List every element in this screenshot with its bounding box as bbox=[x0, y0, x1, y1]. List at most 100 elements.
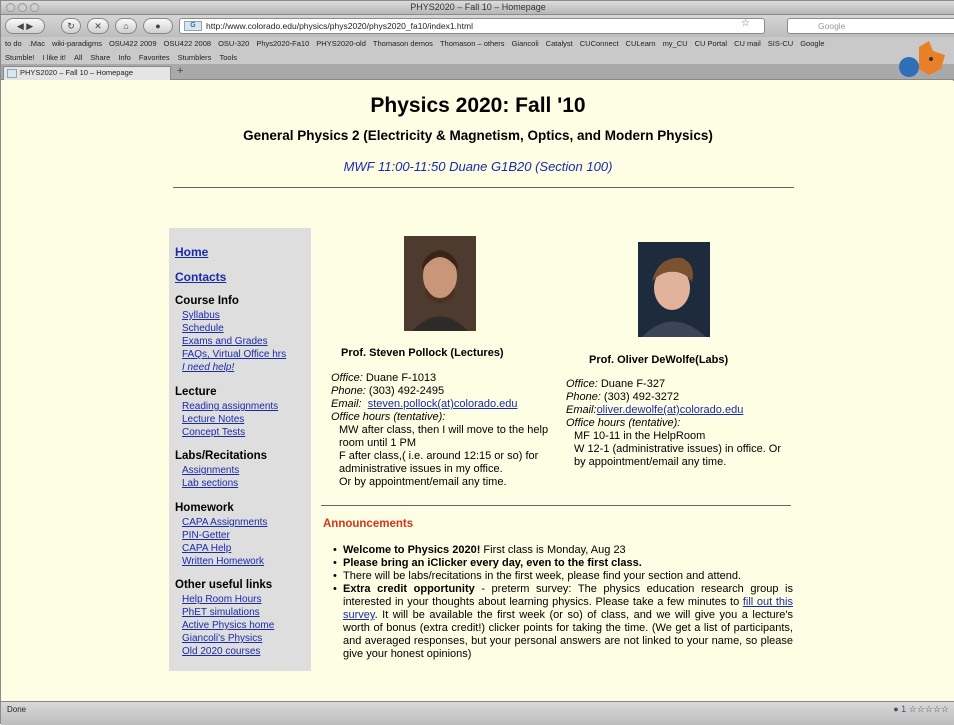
bookmark-item[interactable]: Google bbox=[800, 39, 824, 48]
tab-active[interactable]: PHYS2020 – Fall 10 – Homepage bbox=[3, 66, 171, 80]
bookmark-item[interactable]: my_CU bbox=[663, 39, 688, 48]
announcement-bold: Please bring an iClicker every day, even… bbox=[343, 557, 642, 569]
bookmark-item[interactable]: Thomason demos bbox=[373, 39, 433, 48]
sidebar-link[interactable]: PhET simulations bbox=[182, 607, 260, 618]
bookmark-item[interactable]: PHYS2020-old bbox=[316, 39, 366, 48]
sidebar-section-title: Labs/Recitations bbox=[175, 450, 268, 462]
sidebar-link[interactable]: Written Homework bbox=[182, 556, 264, 567]
email-label: Email: bbox=[566, 404, 597, 416]
email-link[interactable]: steven.pollock(at)colorado.edu bbox=[368, 398, 518, 410]
bookmark-item[interactable]: Phys2020-Fa10 bbox=[256, 39, 309, 48]
window-title: PHYS2020 – Fall 10 – Homepage bbox=[410, 2, 546, 12]
sidebar-link[interactable]: Giancoli's Physics bbox=[182, 633, 262, 644]
reload-icon[interactable]: ↻ bbox=[61, 18, 81, 34]
sidebar-nav: Home Contacts Course Info Syllabus Sched… bbox=[169, 228, 311, 671]
bookmark-item[interactable]: Thomason – others bbox=[440, 39, 505, 48]
stumble-toolbar-item[interactable]: Info bbox=[118, 53, 131, 62]
stumble-toolbar-item[interactable]: Stumble! bbox=[5, 53, 35, 62]
bookmarks-toolbar: to do .Mac wiki-paradigms OSU422 2009 OSU422… bbox=[1, 37, 954, 51]
sidebar-link-home[interactable]: Home bbox=[175, 245, 208, 259]
bookmark-item[interactable]: OSU422 2008 bbox=[164, 39, 212, 48]
title-bar: PHYS2020 – Fall 10 – Homepage bbox=[1, 1, 954, 15]
phone-value: (303) 492-3272 bbox=[600, 391, 680, 403]
addon-icon[interactable]: ● bbox=[143, 18, 173, 34]
office-hours-label: Office hours (tentative): bbox=[331, 411, 446, 423]
sidebar-link-contacts[interactable]: Contacts bbox=[175, 270, 226, 284]
bookmark-item[interactable]: CU Portal bbox=[695, 39, 728, 48]
stumble-toolbar-item[interactable]: Stumblers bbox=[178, 53, 212, 62]
announcement-bold: Welcome to Physics 2020! bbox=[343, 544, 481, 556]
divider bbox=[321, 505, 791, 506]
sidebar-link[interactable]: FAQs, Virtual Office hrs bbox=[182, 349, 286, 360]
stumble-toolbar-item[interactable]: I like it! bbox=[43, 53, 66, 62]
professor-photo bbox=[638, 242, 710, 337]
stumble-toolbar-item[interactable]: Share bbox=[90, 53, 110, 62]
sidebar-link[interactable]: Reading assignments bbox=[182, 401, 278, 412]
bookmark-item[interactable]: SIS-CU bbox=[768, 39, 793, 48]
new-tab-button[interactable]: + bbox=[177, 65, 183, 77]
stumble-toolbar-item[interactable]: Favorites bbox=[139, 53, 170, 62]
tab-favicon-icon bbox=[7, 69, 17, 78]
sidebar-link[interactable]: I need help! bbox=[182, 362, 234, 373]
search-input[interactable]: Google bbox=[787, 18, 954, 34]
announcement-text: First class is Monday, Aug 23 bbox=[480, 544, 626, 556]
bookmark-item[interactable]: Catalyst bbox=[546, 39, 573, 48]
phone-label: Phone: bbox=[566, 391, 601, 403]
sidebar-link[interactable]: Concept Tests bbox=[182, 427, 245, 438]
home-icon[interactable]: ⌂ bbox=[115, 18, 137, 34]
bookmark-item[interactable]: .Mac bbox=[29, 39, 45, 48]
page-content: Physics 2020: Fall '10 General Physics 2… bbox=[1, 81, 954, 701]
stumble-toolbar-item[interactable]: All bbox=[74, 53, 82, 62]
office-hours-label: Office hours (tentative): bbox=[566, 417, 681, 429]
sidebar-section-title: Lecture bbox=[175, 386, 217, 398]
tab-label: PHYS2020 – Fall 10 – Homepage bbox=[20, 68, 133, 77]
sidebar-link[interactable]: Exams and Grades bbox=[182, 336, 268, 347]
sidebar-link[interactable]: Syllabus bbox=[182, 310, 220, 321]
bookmark-item[interactable]: Giancoli bbox=[512, 39, 539, 48]
status-text: Done bbox=[7, 705, 27, 714]
sidebar-link[interactable]: Lab sections bbox=[182, 478, 238, 489]
announcements-list: Welcome to Physics 2020! First class is … bbox=[333, 544, 793, 661]
bookmark-star-icon[interactable]: ☆ bbox=[741, 18, 750, 29]
sidebar-link[interactable]: Old 2020 courses bbox=[182, 646, 260, 657]
professor-photo bbox=[404, 236, 476, 331]
bookmark-item[interactable]: OSU422 2009 bbox=[109, 39, 157, 48]
class-schedule: MWF 11:00-11:50 Duane G1B20 (Section 100… bbox=[343, 159, 613, 174]
stumble-toolbar-item[interactable]: Tools bbox=[219, 53, 237, 62]
sidebar-link[interactable]: Lecture Notes bbox=[182, 414, 244, 425]
professor-name: Prof. Oliver DeWolfe(Labs) bbox=[589, 354, 729, 366]
office-hours-line: MF 10-11 in the HelpRoom bbox=[574, 430, 706, 442]
bookmark-item[interactable]: OSU-320 bbox=[218, 39, 249, 48]
status-count: 1 bbox=[901, 704, 907, 714]
bookmark-item[interactable]: CUConnect bbox=[580, 39, 619, 48]
bookmark-item[interactable]: to do bbox=[5, 39, 22, 48]
sidebar-link[interactable]: CAPA Help bbox=[182, 543, 231, 554]
sidebar-link[interactable]: Schedule bbox=[182, 323, 224, 334]
sidebar-link[interactable]: Help Room Hours bbox=[182, 594, 261, 605]
sidebar-link[interactable]: CAPA Assignments bbox=[182, 517, 267, 528]
bookmark-item[interactable]: CU mail bbox=[734, 39, 761, 48]
announcement-item: Please bring an iClicker every day, even… bbox=[333, 557, 793, 570]
bookmark-item[interactable]: wiki-paradigms bbox=[52, 39, 102, 48]
email-link[interactable]: oliver.dewolfe(at)colorado.edu bbox=[597, 404, 744, 416]
announcement-bold: Extra credit opportunity bbox=[343, 583, 475, 595]
address-bar[interactable]: G http://www.colorado.edu/physics/phys20… bbox=[179, 18, 765, 34]
professor-name: Prof. Steven Pollock (Lectures) bbox=[341, 347, 504, 359]
tab-bar: PHYS2020 – Fall 10 – Homepage + bbox=[1, 65, 954, 80]
office-value: Duane F-327 bbox=[597, 378, 666, 390]
status-indicators: ● 1 ☆☆☆☆☆ bbox=[893, 704, 949, 714]
professor-contact-info: Office: Duane F-327 Phone: (303) 492-327… bbox=[566, 378, 792, 469]
office-hours-line: Or by appointment/email any time. bbox=[339, 476, 507, 488]
announcement-text: . It will be available the first week (o… bbox=[343, 609, 793, 660]
office-hours-line: F after class,( i.e. around 12:15 or so)… bbox=[339, 450, 539, 475]
browser-window: PHYS2020 – Fall 10 – Homepage ◀ ▶ ↻ ✕ ⌂ … bbox=[0, 0, 954, 725]
sidebar-link[interactable]: PIN-Getter bbox=[182, 530, 230, 541]
page-subtitle: General Physics 2 (Electricity & Magneti… bbox=[243, 128, 713, 143]
back-forward-buttons[interactable]: ◀ ▶ bbox=[5, 18, 45, 34]
email-label: Email: bbox=[331, 398, 362, 410]
phone-label: Phone: bbox=[331, 385, 366, 397]
stop-icon[interactable]: ✕ bbox=[87, 18, 109, 34]
sidebar-link[interactable]: Assignments bbox=[182, 465, 239, 476]
bookmark-item[interactable]: CULearn bbox=[626, 39, 656, 48]
sidebar-link[interactable]: Active Physics home bbox=[182, 620, 274, 631]
